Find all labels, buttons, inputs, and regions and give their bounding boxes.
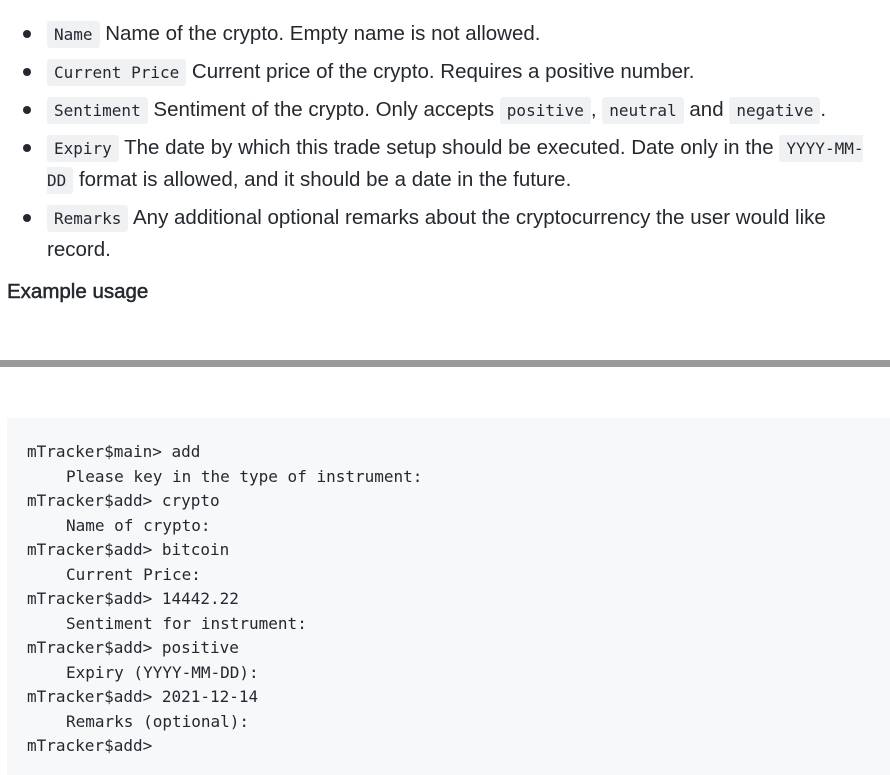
terminal-prompt-line: Current Price: bbox=[66, 564, 201, 584]
terminal-lines: mTracker$main> add Please key in the type… bbox=[7, 418, 890, 759]
field-name-code: Current Price bbox=[47, 59, 187, 86]
terminal-input-line: mTracker$add> 2021-12-14 bbox=[27, 687, 259, 706]
field-description-text: The date by which this trade setup shoul… bbox=[118, 136, 780, 159]
terminal-input-line: mTracker$add> bbox=[27, 736, 153, 755]
bullet-icon bbox=[23, 214, 31, 222]
field-description-text: format is allowed, and it should be a da… bbox=[73, 168, 572, 191]
field-item: Name Name of the crypto. Empty name is n… bbox=[0, 18, 875, 50]
field-item: Current Price Current price of the crypt… bbox=[0, 56, 875, 88]
field-description-text: Name of the crypto. Empty name is not al… bbox=[99, 22, 541, 45]
example-usage-heading: Example usage bbox=[7, 280, 149, 304]
field-item: Expiry The date by which this trade setu… bbox=[0, 132, 875, 196]
bullet-icon bbox=[23, 144, 31, 152]
terminal-prompt-line: Please key in the type of instrument: bbox=[66, 466, 423, 486]
terminal-prompt-line: Remarks (optional): bbox=[66, 711, 250, 731]
bullet-icon bbox=[23, 106, 31, 114]
field-name-code: Name bbox=[47, 21, 100, 48]
terminal-prompt-line: Expiry (YYYY-MM-DD): bbox=[66, 662, 259, 682]
bullet-icon bbox=[23, 30, 31, 38]
field-description-text: and bbox=[683, 98, 730, 121]
field-name-code: Sentiment bbox=[47, 97, 148, 124]
inline-code: neutral bbox=[602, 97, 684, 124]
inline-code: negative bbox=[729, 97, 821, 124]
terminal-input-line: mTracker$add> bitcoin bbox=[27, 540, 230, 559]
field-description-text: Any additional optional remarks about th… bbox=[47, 206, 826, 261]
field-description-text: . bbox=[820, 98, 827, 121]
terminal-code-block: mTracker$main> add Please key in the type… bbox=[7, 418, 890, 775]
bullet-icon bbox=[23, 68, 31, 76]
terminal-input-line: mTracker$add> 14442.22 bbox=[27, 589, 239, 608]
terminal-input-line: mTracker$add> positive bbox=[27, 638, 239, 657]
section-divider bbox=[0, 360, 890, 367]
inline-code: positive bbox=[499, 97, 591, 124]
field-name-code: Expiry bbox=[47, 135, 119, 162]
terminal-prompt-line: Name of crypto: bbox=[66, 515, 211, 535]
field-description-text: Sentiment of the crypto. Only accepts bbox=[147, 98, 500, 121]
terminal-input-line: mTracker$add> crypto bbox=[27, 491, 220, 510]
field-description-list: Name Name of the crypto. Empty name is n… bbox=[0, 18, 875, 271]
field-item: Remarks Any additional optional remarks … bbox=[0, 202, 875, 265]
field-item: Sentiment Sentiment of the crypto. Only … bbox=[0, 94, 875, 126]
terminal-prompt-line: Sentiment for instrument: bbox=[66, 613, 307, 633]
terminal-input-line: mTracker$main> add bbox=[27, 442, 201, 461]
field-description-text: , bbox=[590, 98, 603, 121]
field-name-code: Remarks bbox=[47, 205, 129, 232]
field-description-text: Current price of the crypto. Requires a … bbox=[186, 60, 695, 83]
